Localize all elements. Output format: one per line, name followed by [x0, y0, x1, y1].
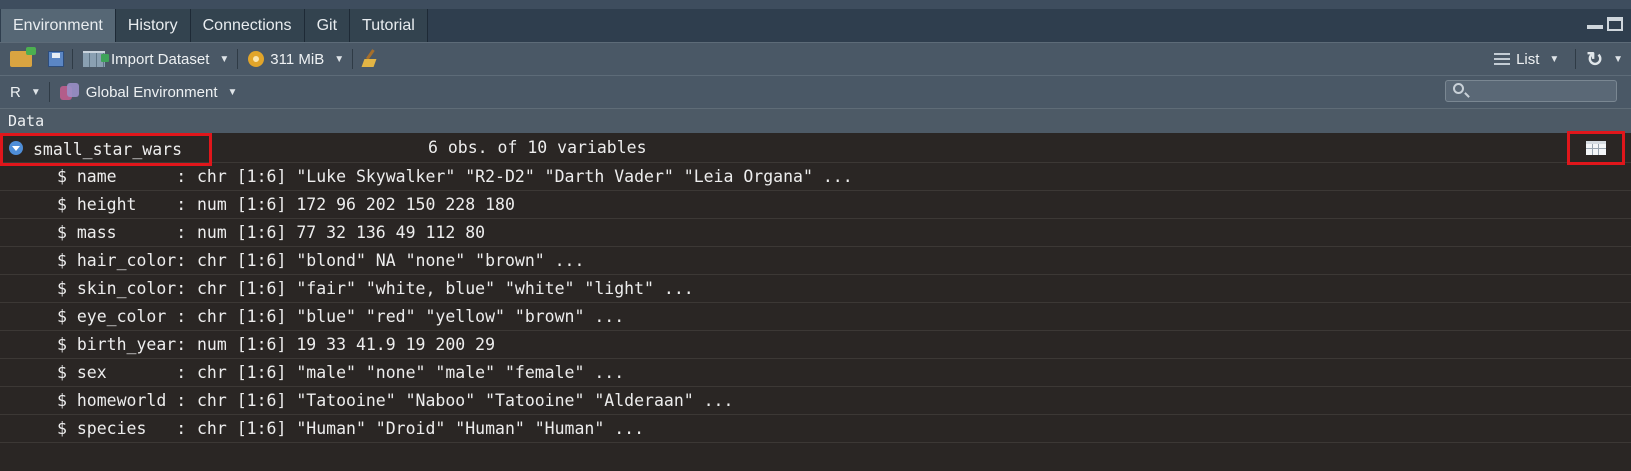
variable-name: $ mass :	[57, 223, 187, 242]
variable-value: num [1:6] 77 32 136 49 112 80	[197, 223, 486, 242]
variable-row: $ sex : chr [1:6] "male" "none" "male" "f…	[0, 359, 1631, 387]
variable-name: $ sex :	[57, 363, 187, 382]
variable-value: num [1:6] 172 96 202 150 228 180	[197, 195, 515, 214]
variable-row: $ height : num [1:6] 172 96 202 150 228 1…	[0, 191, 1631, 219]
tab-label: Tutorial	[362, 16, 415, 34]
window-top-strip	[0, 0, 1631, 9]
table-icon	[1586, 141, 1606, 155]
import-dataset-label: Import Dataset	[111, 50, 210, 68]
tab-connections[interactable]: Connections	[190, 9, 305, 42]
variable-row: $ species : chr [1:6] "Human" "Droid" "Hu…	[0, 415, 1631, 443]
variable-name: $ species :	[57, 419, 187, 438]
toolbar-divider	[48, 82, 50, 102]
view-mode-dropdown[interactable]: List ▼	[1494, 51, 1559, 68]
tab-history[interactable]: History	[115, 9, 191, 42]
environment-dropdown[interactable]: Global Environment ▼	[59, 83, 238, 101]
variable-name: $ birth_year:	[57, 335, 187, 354]
chevron-down-icon: ▼	[219, 53, 230, 65]
dataset-name-highlight[interactable]: small_star_wars	[0, 133, 212, 166]
open-folder-icon	[10, 47, 36, 67]
tab-environment[interactable]: Environment	[1, 9, 116, 42]
variable-value: num [1:6] 19 33 41.9 19 200 29	[197, 335, 496, 354]
variable-value: chr [1:6] "Tatooine" "Naboo" "Tatooine" …	[197, 391, 734, 410]
variable-row: $ birth_year: num [1:6] 19 33 41.9 19 200…	[0, 331, 1631, 359]
toolbar-divider	[237, 49, 239, 69]
data-section-header: Data	[0, 108, 1631, 133]
dataset-summary: 6 obs. of 10 variables	[428, 138, 647, 157]
variable-row: $ mass : num [1:6] 77 32 136 49 112 80	[0, 219, 1631, 247]
tab-label: Git	[316, 16, 338, 34]
minimize-icon[interactable]	[1587, 25, 1603, 29]
variable-row: $ name : chr [1:6] "Luke Skywalker" "R2-D…	[0, 163, 1631, 191]
memory-usage-button[interactable]: 311 MiB ▼	[248, 51, 344, 68]
toolbar-divider	[1575, 49, 1577, 69]
tab-tutorial[interactable]: Tutorial	[350, 9, 428, 42]
tab-label: Connections	[202, 16, 292, 34]
variable-name: $ eye_color :	[57, 307, 187, 326]
dataset-row[interactable]: small_star_wars 6 obs. of 10 variables	[0, 131, 1631, 166]
variable-name: $ skin_color:	[57, 279, 187, 298]
variable-value: chr [1:6] "Human" "Droid" "Human" "Human…	[197, 419, 645, 438]
section-title: Data	[8, 112, 45, 130]
environment-search-input[interactable]	[1445, 80, 1617, 102]
chevron-down-icon: ▼	[334, 53, 345, 65]
chevron-down-icon: ▼	[1613, 53, 1623, 65]
chevron-down-icon: ▼	[1549, 53, 1560, 65]
toolbar-divider	[72, 49, 73, 69]
tab-label: Environment	[13, 16, 103, 34]
memory-usage-label: 311 MiB	[270, 50, 325, 68]
search-icon	[1453, 83, 1464, 94]
variable-value: chr [1:6] "fair" "white, blue" "white" "…	[197, 279, 694, 298]
tab-label: History	[127, 16, 178, 34]
load-workspace-button[interactable]	[10, 47, 36, 67]
dataset-name: small_star_wars	[33, 140, 183, 159]
variable-name: $ height :	[57, 195, 187, 214]
maximize-icon[interactable]	[1607, 17, 1623, 31]
chevron-down-icon: ▼	[227, 86, 238, 98]
view-mode-label: List	[1516, 50, 1540, 68]
variable-value: chr [1:6] "blue" "red" "yellow" "brown" …	[197, 307, 625, 326]
collapse-arrow-icon[interactable]	[9, 141, 23, 155]
variable-name: $ name :	[57, 167, 187, 186]
variable-row: $ hair_color: chr [1:6] "blond" NA "none"…	[0, 247, 1631, 275]
refresh-button[interactable]: ↻ ▼	[1586, 47, 1623, 72]
variable-value: chr [1:6] "Luke Skywalker" "R2-D2" "Dart…	[197, 167, 853, 186]
variable-value: chr [1:6] "blond" NA "none" "brown" ...	[197, 251, 585, 270]
import-dataset-icon	[83, 51, 109, 67]
broom-icon	[363, 50, 381, 68]
tab-git[interactable]: Git	[304, 9, 351, 42]
save-workspace-button[interactable]	[48, 51, 64, 67]
variable-row: $ skin_color: chr [1:6] "fair" "white, bl…	[0, 275, 1631, 303]
variable-name: $ homeworld :	[57, 391, 187, 410]
environment-selector-bar: R ▼ Global Environment ▼	[0, 75, 1631, 108]
language-dropdown[interactable]: R ▼	[10, 84, 41, 101]
pane-window-controls	[1587, 17, 1623, 31]
variable-row: $ homeworld : chr [1:6] "Tatooine" "Naboo…	[0, 387, 1631, 415]
refresh-icon: ↻	[1586, 48, 1604, 71]
variable-row: $ eye_color : chr [1:6] "blue" "red" "yel…	[0, 303, 1631, 331]
environment-label: Global Environment	[85, 83, 218, 101]
toolbar-divider	[352, 49, 354, 69]
memory-icon	[248, 51, 265, 67]
toolbar-right-group: List ▼ ↻ ▼	[1484, 43, 1623, 75]
variable-value: chr [1:6] "male" "none" "male" "female" …	[197, 363, 625, 382]
environment-toolbar: Import Dataset ▼ 311 MiB ▼ List ▼ ↻ ▼	[0, 42, 1631, 75]
view-data-button[interactable]	[1567, 131, 1625, 165]
pane-tab-bar: Environment History Connections Git Tuto…	[0, 9, 1631, 42]
import-dataset-button[interactable]: Import Dataset ▼	[83, 51, 229, 68]
list-icon	[1494, 53, 1511, 65]
variable-name: $ hair_color:	[57, 251, 187, 270]
clear-workspace-button[interactable]	[363, 50, 381, 68]
environment-icon	[59, 83, 80, 101]
language-label: R	[10, 83, 21, 101]
chevron-down-icon: ▼	[30, 86, 41, 98]
save-icon	[48, 51, 64, 67]
